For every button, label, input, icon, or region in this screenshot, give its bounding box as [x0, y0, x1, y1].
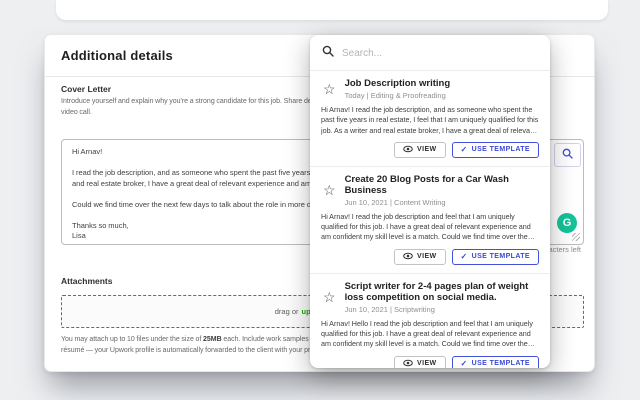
template-title: Job Description writing [345, 78, 537, 89]
eye-icon [403, 359, 413, 368]
star-icon[interactable]: ☆ [323, 290, 336, 304]
template-titleblock: Job Description writing Today | Editing … [345, 78, 537, 100]
page-title: Additional details [61, 48, 173, 63]
template-meta: Today | Editing & Proofreading [345, 91, 537, 100]
check-icon: ✓ [461, 146, 468, 154]
template-titleblock: Create 20 Blog Posts for a Car Wash Busi… [345, 174, 537, 207]
eye-icon [403, 145, 413, 155]
star-icon[interactable]: ☆ [323, 183, 336, 197]
view-button[interactable]: VIEW [394, 356, 446, 368]
template-body: Hi Arnav! I read the job description, an… [321, 105, 539, 136]
note-part: You may attach up to 10 files under the … [61, 336, 203, 343]
use-template-label: USE TEMPLATE [472, 146, 530, 153]
search-icon [322, 44, 334, 62]
grammarly-icon[interactable]: G [557, 213, 577, 233]
template-actions: VIEW ✓ USE TEMPLATE [321, 356, 539, 368]
template-item-header: ☆ Job Description writing Today | Editin… [321, 78, 539, 100]
template-titleblock: Script writer for 2-4 pages plan of weig… [345, 281, 537, 314]
popup-search-row [310, 35, 550, 71]
resize-handle[interactable] [572, 233, 580, 241]
check-icon: ✓ [461, 253, 468, 261]
template-title: Create 20 Blog Posts for a Car Wash Busi… [345, 174, 537, 196]
template-body: Hi Arnav! I read the job description and… [321, 212, 539, 243]
cover-letter-label: Cover Letter [61, 84, 111, 94]
view-label: VIEW [417, 253, 437, 260]
attachments-label: Attachments [61, 276, 112, 286]
view-label: VIEW [417, 146, 437, 153]
template-item-header: ☆ Script writer for 2-4 pages plan of we… [321, 281, 539, 314]
use-template-button[interactable]: ✓ USE TEMPLATE [452, 356, 539, 368]
template-actions: VIEW ✓ USE TEMPLATE [321, 142, 539, 158]
view-button[interactable]: VIEW [394, 249, 446, 265]
star-icon[interactable]: ☆ [323, 82, 336, 96]
page: Additional details Cover Letter Introduc… [0, 0, 640, 400]
search-input[interactable] [342, 48, 538, 59]
template-search-button[interactable] [554, 143, 581, 167]
template-title: Script writer for 2-4 pages plan of weig… [345, 281, 537, 303]
template-item-header: ☆ Create 20 Blog Posts for a Car Wash Bu… [321, 174, 539, 207]
template-item: ☆ Create 20 Blog Posts for a Car Wash Bu… [310, 167, 550, 274]
view-button[interactable]: VIEW [394, 142, 446, 158]
template-body: Hi Arnav! Hello I read the job descripti… [321, 319, 539, 350]
template-actions: VIEW ✓ USE TEMPLATE [321, 249, 539, 265]
template-item: ☆ Script writer for 2-4 pages plan of we… [310, 274, 550, 368]
use-template-label: USE TEMPLATE [472, 360, 530, 367]
template-meta: Jun 10, 2021 | Scriptwriting [345, 305, 537, 314]
search-icon [562, 146, 573, 164]
template-item: ☆ Job Description writing Today | Editin… [310, 71, 550, 167]
eye-icon [403, 252, 413, 262]
dropzone-text: drag or [275, 307, 299, 316]
template-meta: Jun 10, 2021 | Content Writing [345, 198, 537, 207]
use-template-label: USE TEMPLATE [472, 253, 530, 260]
check-icon: ✓ [461, 360, 468, 368]
use-template-button[interactable]: ✓ USE TEMPLATE [452, 142, 539, 158]
use-template-button[interactable]: ✓ USE TEMPLATE [452, 249, 539, 265]
view-label: VIEW [417, 360, 437, 367]
previous-section-card [56, 0, 608, 20]
note-size-limit: 25MB [203, 336, 222, 343]
templates-popup: ☆ Job Description writing Today | Editin… [310, 35, 550, 368]
